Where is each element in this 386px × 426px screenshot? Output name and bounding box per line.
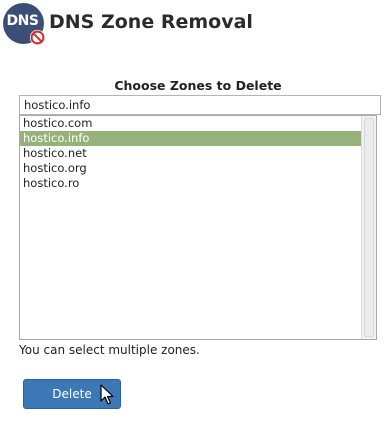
list-item[interactable]: hostico.info	[20, 131, 362, 146]
list-item[interactable]: hostico.org	[20, 161, 362, 176]
no-entry-badge-icon	[29, 29, 46, 46]
list-item[interactable]: hostico.ro	[20, 176, 362, 191]
multi-select-hint: You can select multiple zones.	[19, 343, 200, 357]
page-title: DNS Zone Removal	[49, 11, 253, 33]
zone-list-items: hostico.com hostico.info hostico.net hos…	[20, 116, 362, 191]
list-item[interactable]: hostico.com	[20, 116, 362, 131]
mouse-pointer-icon	[100, 384, 114, 405]
logo-text: DNS	[6, 12, 39, 29]
zone-list[interactable]: hostico.com hostico.info hostico.net hos…	[19, 115, 377, 340]
zone-list-scrollbar[interactable]	[361, 116, 376, 339]
scrollbar-thumb[interactable]	[364, 118, 374, 337]
zones-section-title: Choose Zones to Delete	[114, 78, 282, 93]
selected-zones-field[interactable]: hostico.info	[19, 95, 381, 115]
page-header: DNS DNS Zone Removal	[0, 0, 386, 48]
list-item[interactable]: hostico.net	[20, 146, 362, 161]
dns-logo-icon: DNS	[3, 3, 46, 46]
